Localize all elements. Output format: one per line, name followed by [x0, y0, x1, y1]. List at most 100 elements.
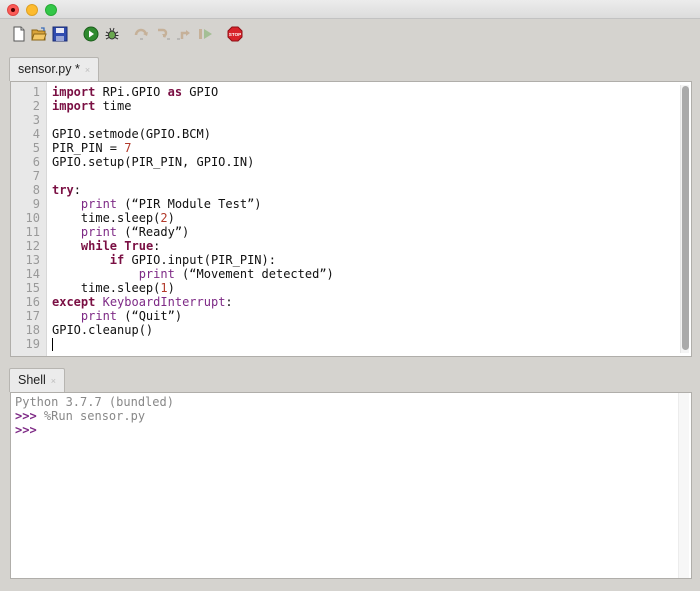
code-line[interactable]: while True:: [52, 239, 334, 253]
builtin-token: print: [80, 309, 118, 323]
line-number: 15: [25, 281, 40, 295]
toolbar: STOP: [0, 20, 700, 50]
line-number: 12: [25, 239, 40, 253]
code-line[interactable]: import RPi.GPIO as GPIO: [52, 85, 334, 99]
code-line[interactable]: time.sleep(1): [52, 281, 334, 295]
code-line[interactable]: GPIO.setmode(GPIO.BCM): [52, 127, 334, 141]
maximize-window-button[interactable]: [45, 4, 57, 16]
shell-panel[interactable]: Python 3.7.7 (bundled) >>> %Run sensor.py…: [10, 392, 692, 579]
tab-shell[interactable]: Shell ×: [9, 368, 66, 392]
tab-label: Shell: [18, 373, 46, 387]
line-number: 5: [32, 141, 40, 155]
run-icon: [83, 26, 99, 42]
line-number-gutter: 1 2 3 4 5 6 7 8 9 10 11 12 13 14 15 16 17 18 19: [11, 82, 47, 356]
save-button[interactable]: [52, 26, 68, 42]
code-token: ): [167, 211, 175, 225]
code-token: (“Movement detected”): [174, 267, 334, 281]
tab-label: sensor.py *: [18, 62, 80, 76]
line-number: 4: [32, 127, 40, 141]
step-out-button[interactable]: [176, 26, 192, 42]
line-number: 18: [25, 323, 40, 337]
shell-text: %Run sensor.py: [36, 409, 146, 423]
shell-prompt: >>>: [15, 409, 37, 423]
code-line[interactable]: [52, 113, 334, 127]
code-line[interactable]: except KeyboardInterrupt:: [52, 295, 334, 309]
line-number: 1: [32, 85, 40, 99]
code-token: :: [73, 183, 81, 197]
code-line[interactable]: GPIO.cleanup(): [52, 323, 334, 337]
step-over-button[interactable]: [134, 26, 150, 42]
number-token: 2: [160, 211, 168, 225]
keyword-token: while: [80, 239, 118, 253]
code-line[interactable]: print (“Movement detected”): [52, 267, 334, 281]
keyword-token: import: [52, 85, 96, 99]
code-token: GPIO.input(PIR_PIN):: [124, 253, 276, 267]
run-button[interactable]: [83, 26, 99, 42]
line-number: 16: [25, 295, 40, 309]
close-window-button[interactable]: [7, 4, 19, 16]
code-line[interactable]: [52, 169, 334, 183]
code-line[interactable]: import time: [52, 99, 334, 113]
tab-sensor-py[interactable]: sensor.py * ×: [9, 57, 100, 81]
builtin-token: print: [80, 225, 118, 239]
shell-line: >>> %Run sensor.py: [15, 409, 174, 423]
code-line[interactable]: PIR_PIN = 7: [52, 141, 334, 155]
code-token: (“PIR Module Test”): [117, 197, 262, 211]
number-token: 7: [124, 141, 132, 155]
keyword-token: True: [124, 239, 154, 253]
shell-line: >>>: [15, 423, 174, 437]
editor-scrollbar-thumb[interactable]: [682, 86, 689, 350]
code-line[interactable]: print (“PIR Module Test”): [52, 197, 334, 211]
line-number: 19: [25, 337, 40, 351]
minimize-window-button[interactable]: [26, 4, 38, 16]
code-token: :: [153, 239, 161, 253]
code-line[interactable]: print (“Quit”): [52, 309, 334, 323]
stop-button[interactable]: STOP: [227, 26, 243, 42]
keyword-token: except: [52, 295, 96, 309]
title-bar: [0, 0, 700, 19]
tab-close-icon[interactable]: ×: [85, 65, 90, 75]
code-line[interactable]: try:: [52, 183, 334, 197]
code-token: GPIO: [182, 85, 219, 99]
builtin-token: KeyboardInterrupt: [102, 295, 226, 309]
stop-icon: STOP: [227, 26, 243, 42]
open-file-button[interactable]: [31, 26, 47, 42]
resume-button[interactable]: [197, 26, 213, 42]
stop-label: STOP: [229, 32, 241, 37]
code-line[interactable]: if GPIO.input(PIR_PIN):: [52, 253, 334, 267]
resume-icon: [199, 29, 212, 39]
editor-scrollbar[interactable]: [680, 85, 689, 353]
shell-scrollbar[interactable]: [678, 393, 689, 578]
keyword-token: import: [52, 99, 96, 113]
builtin-token: print: [80, 197, 118, 211]
code-token: (“Quit”): [117, 309, 183, 323]
line-number: 6: [32, 155, 40, 169]
code-line[interactable]: print (“Ready”): [52, 225, 334, 239]
line-number: 3: [32, 113, 40, 127]
new-file-button[interactable]: [11, 26, 27, 42]
tab-close-icon[interactable]: ×: [51, 376, 56, 386]
code-line[interactable]: GPIO.setup(PIR_PIN, GPIO.IN): [52, 155, 334, 169]
step-into-button[interactable]: [155, 26, 171, 42]
step-into-icon: [158, 28, 170, 40]
shell-text: Python 3.7.7 (bundled): [15, 395, 174, 409]
save-icon: [52, 26, 68, 42]
code-editor[interactable]: 1 2 3 4 5 6 7 8 9 10 11 12 13 14 15 16 17 18 19 import RPi…: [10, 81, 692, 357]
line-number: 17: [25, 309, 40, 323]
builtin-token: print: [138, 267, 175, 281]
code-token: PIR_PIN =: [52, 141, 125, 155]
text-cursor: [52, 338, 53, 351]
open-folder-icon: [31, 27, 47, 41]
code-line[interactable]: time.sleep(2): [52, 211, 334, 225]
code-token: ): [167, 281, 175, 295]
code-area[interactable]: import RPi.GPIO as GPIO import time GPIO.s…: [52, 85, 334, 351]
step-out-icon: [177, 30, 190, 40]
code-token: GPIO.setup(PIR_PIN, GPIO.IN): [52, 155, 255, 169]
code-token: :: [225, 295, 233, 309]
debug-button[interactable]: [104, 26, 120, 42]
code-line[interactable]: [52, 337, 334, 351]
